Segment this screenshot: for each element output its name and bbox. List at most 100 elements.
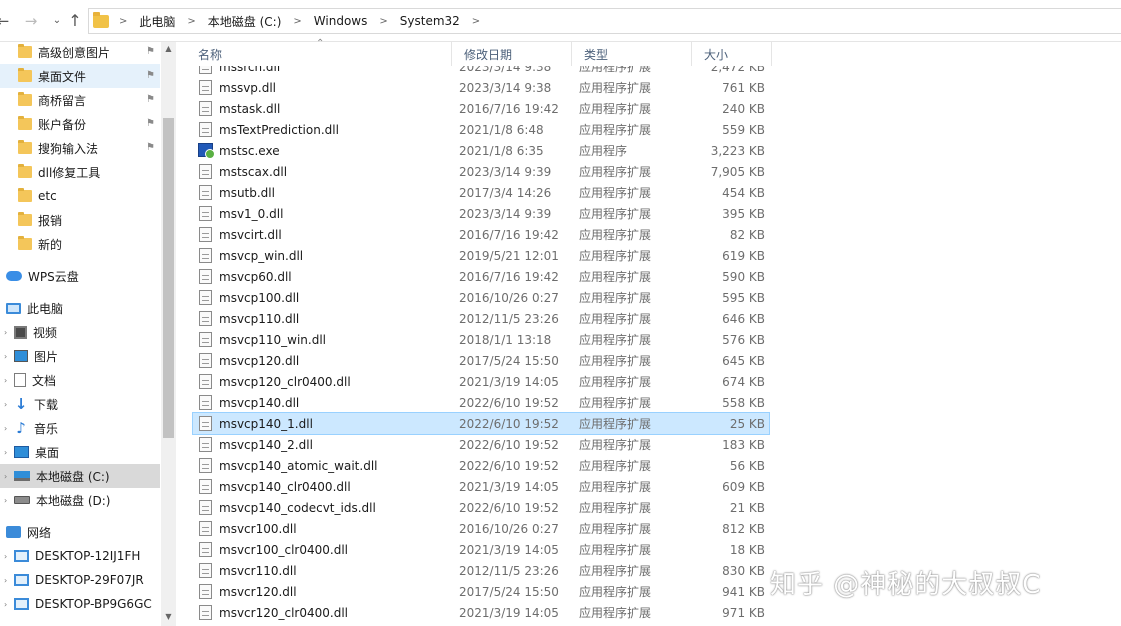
expand-chevron-icon[interactable]: › (4, 576, 7, 585)
sidebar-item-this-pc[interactable]: 此电脑 (0, 296, 160, 320)
forward-arrow-icon[interactable]: → (22, 12, 40, 30)
pin-icon[interactable]: ⚑ (146, 94, 155, 105)
pin-icon[interactable]: ⚑ (146, 70, 155, 81)
sidebar-item-pc-2[interactable]: › 文档 (0, 368, 160, 392)
file-size: 7,905 KB (710, 164, 765, 179)
file-row[interactable]: mssvp.dll 2023/3/14 9:38 应用程序扩展 761 KB (193, 77, 769, 98)
sidebar-item-label: 文档 (32, 373, 57, 388)
expand-chevron-icon[interactable]: › (4, 376, 7, 385)
breadcrumb-separator-icon[interactable]: > (472, 16, 480, 27)
sidebar-item-wps-cloud[interactable]: WPS云盘 (0, 264, 160, 288)
sidebar-item-pc-4[interactable]: › ♪ 音乐 (0, 416, 160, 440)
expand-chevron-icon[interactable]: › (4, 552, 7, 561)
file-row[interactable]: msvcp140_clr0400.dll 2021/3/19 14:05 应用程序扩… (193, 476, 769, 497)
sidebar-item-quick-3[interactable]: 账户备份 ⚑ (0, 112, 160, 136)
drive-c-icon (14, 471, 30, 481)
file-row[interactable]: msutb.dll 2017/3/4 14:26 应用程序扩展 454 KB (193, 182, 769, 203)
scroll-down-icon[interactable]: ▼ (163, 612, 174, 621)
breadcrumb-separator-icon[interactable]: > (293, 16, 301, 27)
up-arrow-icon[interactable]: ↑ (66, 12, 84, 30)
sidebar-item-label: etc (38, 189, 57, 203)
sidebar-scrollbar[interactable]: ▲ ▼ (161, 42, 176, 626)
column-header-date[interactable]: 修改日期 (452, 42, 572, 66)
file-row[interactable]: msvcr100_clr0400.dll 2021/3/19 14:05 应用程序扩… (193, 539, 769, 560)
sidebar-item-quick-4[interactable]: 搜狗输入法 ⚑ (0, 136, 160, 160)
breadcrumb-windows[interactable]: Windows (314, 14, 368, 28)
sidebar-item-pc-3[interactable]: › ↓ 下载 (0, 392, 160, 416)
sidebar-item-quick-8[interactable]: 新的 (0, 232, 160, 256)
file-row[interactable]: msvcp110_win.dll 2018/1/1 13:18 应用程序扩展 576 … (193, 329, 769, 350)
sidebar-item-pc-0[interactable]: › 视频 (0, 320, 160, 344)
breadcrumb-separator-icon[interactable]: > (119, 16, 127, 27)
sidebar-item-network-host-0[interactable]: › DESKTOP-12IJ1FH (0, 544, 160, 568)
back-arrow-icon[interactable]: ← (0, 12, 12, 30)
expand-chevron-icon[interactable]: › (4, 472, 7, 481)
file-row[interactable]: msvcr120.dll 2017/5/24 15:50 应用程序扩展 941 KB (193, 581, 769, 602)
sidebar-item-quick-0[interactable]: 高级创意图片 ⚑ (0, 40, 160, 64)
recent-locations-chevron-icon[interactable]: ⌄ (48, 12, 66, 30)
breadcrumb-drive-c[interactable]: 本地磁盘 (C:) (208, 13, 282, 30)
expand-chevron-icon[interactable]: › (4, 424, 7, 433)
file-row[interactable]: msvcr100.dll 2016/10/26 0:27 应用程序扩展 812 KB (193, 518, 769, 539)
file-row[interactable]: msvcp140_atomic_wait.dll 2022/6/10 19:52 应… (193, 455, 769, 476)
sidebar-item-quick-2[interactable]: 商桥留言 ⚑ (0, 88, 160, 112)
column-header-size[interactable]: 大小 (692, 42, 772, 66)
file-row[interactable]: msvcp_win.dll 2019/5/21 12:01 应用程序扩展 619 KB (193, 245, 769, 266)
sidebar-scroll-thumb[interactable] (163, 118, 174, 438)
breadcrumb-separator-icon[interactable]: > (379, 16, 387, 27)
expand-chevron-icon[interactable]: › (4, 352, 7, 361)
pin-icon[interactable]: ⚑ (146, 46, 155, 57)
expand-chevron-icon[interactable]: › (4, 328, 7, 337)
expand-chevron-icon[interactable]: › (4, 400, 7, 409)
file-row[interactable]: mstsc.exe 2021/1/8 6:35 应用程序 3,223 KB (193, 140, 769, 161)
file-size: 590 KB (722, 269, 765, 284)
sidebar-item-network-host-2[interactable]: › DESKTOP-BP9G6GC (0, 592, 160, 616)
column-header-name[interactable]: 名称 ⌃ (186, 38, 452, 66)
file-row[interactable]: msvcp110.dll 2012/11/5 23:26 应用程序扩展 646 KB (193, 308, 769, 329)
breadcrumb-this-pc[interactable]: 此电脑 (139, 13, 175, 30)
file-row[interactable]: msvcp100.dll 2016/10/26 0:27 应用程序扩展 595 KB (193, 287, 769, 308)
breadcrumb-separator-icon[interactable]: > (187, 16, 195, 27)
address-bar[interactable]: > 此电脑 > 本地磁盘 (C:) > Windows > System32 > (88, 8, 1121, 34)
expand-chevron-icon[interactable]: › (4, 600, 7, 609)
sidebar-item-pc-6[interactable]: › 本地磁盘 (C:) (0, 464, 160, 488)
sidebar-item-quick-6[interactable]: etc (0, 184, 160, 208)
pin-icon[interactable]: ⚑ (146, 142, 155, 153)
file-row[interactable]: mstask.dll 2016/7/16 19:42 应用程序扩展 240 KB (193, 98, 769, 119)
file-row[interactable]: msvcirt.dll 2016/7/16 19:42 应用程序扩展 82 KB (193, 224, 769, 245)
expand-chevron-icon[interactable]: › (4, 448, 7, 457)
file-row[interactable]: msvcp140_codecvt_ids.dll 2022/6/10 19:52 应… (193, 497, 769, 518)
dll-file-icon (199, 311, 212, 326)
application-icon (198, 143, 215, 159)
file-size: 21 KB (729, 500, 765, 515)
file-row[interactable]: mstscax.dll 2023/3/14 9:39 应用程序扩展 7,905 KB (193, 161, 769, 182)
file-row[interactable]: msvcp120.dll 2017/5/24 15:50 应用程序扩展 645 KB (193, 350, 769, 371)
sidebar-item-pc-5[interactable]: › 桌面 (0, 440, 160, 464)
file-row[interactable]: msvcp140_2.dll 2022/6/10 19:52 应用程序扩展 183 K… (193, 434, 769, 455)
sidebar-item-label: 报销 (38, 213, 63, 228)
file-date: 2021/1/8 6:48 (459, 122, 544, 137)
file-row[interactable]: msvcp140_1.dll 2022/6/10 19:52 应用程序扩展 25 KB (192, 412, 770, 435)
column-header-type[interactable]: 类型 (572, 42, 692, 66)
sidebar-item-quick-7[interactable]: 报销 (0, 208, 160, 232)
file-row[interactable]: msvcr110.dll 2012/11/5 23:26 应用程序扩展 830 KB (193, 560, 769, 581)
file-row[interactable]: msvcr120_clr0400.dll 2021/3/19 14:05 应用程序扩… (193, 602, 769, 623)
sidebar-item-label: DESKTOP-BP9G6GC (35, 597, 152, 611)
sidebar-item-quick-1[interactable]: 桌面文件 ⚑ (0, 64, 160, 88)
file-row[interactable]: msv1_0.dll 2023/3/14 9:39 应用程序扩展 395 KB (193, 203, 769, 224)
scroll-up-icon[interactable]: ▲ (163, 44, 174, 53)
file-date: 2023/3/14 9:38 (459, 80, 552, 95)
file-row[interactable]: msvcp120_clr0400.dll 2021/3/19 14:05 应用程序扩… (193, 371, 769, 392)
pin-icon[interactable]: ⚑ (146, 118, 155, 129)
sidebar-item-network-host-1[interactable]: › DESKTOP-29F07JR (0, 568, 160, 592)
file-row[interactable]: msTextPrediction.dll 2021/1/8 6:48 应用程序扩展 5… (193, 119, 769, 140)
sidebar-item-quick-5[interactable]: dll修复工具 (0, 160, 160, 184)
expand-chevron-icon[interactable]: › (4, 496, 7, 505)
file-row[interactable]: msvcp140.dll 2022/6/10 19:52 应用程序扩展 558 KB (193, 392, 769, 413)
sidebar-item-network[interactable]: 网络 (0, 520, 160, 544)
file-row[interactable]: msvcp60.dll 2016/7/16 19:42 应用程序扩展 590 KB (193, 266, 769, 287)
breadcrumb-system32[interactable]: System32 (400, 14, 460, 28)
sidebar-item-pc-1[interactable]: › 图片 (0, 344, 160, 368)
sidebar-item-pc-7[interactable]: › 本地磁盘 (D:) (0, 488, 160, 512)
file-name: msvcp140_2.dll (219, 437, 313, 452)
